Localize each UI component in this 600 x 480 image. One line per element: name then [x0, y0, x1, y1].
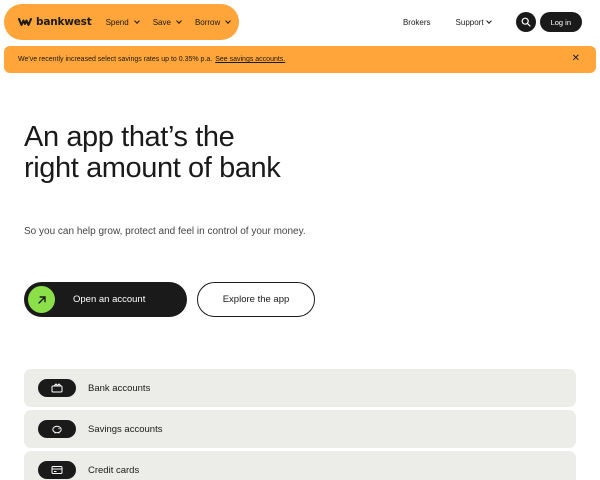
nav-item-label: Borrow [194, 17, 221, 27]
nav-item-borrow[interactable]: Borrow [194, 17, 232, 27]
main-nav: bankwest Spend Save Borrow [4, 4, 239, 40]
arrow-up-right-icon [28, 286, 55, 313]
piggy-bank-icon [38, 420, 76, 438]
credit-card-icon [38, 461, 76, 479]
chevron-down-icon [133, 18, 140, 24]
bankwest-logo[interactable]: bankwest [18, 16, 92, 28]
support-label: Support [455, 17, 484, 27]
chevron-down-icon [176, 18, 182, 24]
chevron-down-icon [485, 18, 492, 24]
page-title: An app that’s the right amount of bank [24, 121, 281, 184]
search-button[interactable] [515, 12, 536, 32]
search-icon [521, 17, 531, 27]
nav-item-label: Spend [105, 17, 129, 27]
product-row-savings-accounts[interactable]: Savings accounts [24, 410, 576, 448]
brokers-link[interactable]: Brokers [403, 18, 431, 27]
product-label: Savings accounts [88, 423, 163, 435]
open-account-label: Open an account [73, 294, 146, 305]
nav-item-save[interactable]: Save [152, 17, 182, 27]
product-row-credit-cards[interactable]: Credit cards [24, 451, 576, 480]
product-label: Credit cards [88, 464, 140, 476]
nav-item-spend[interactable]: Spend [105, 17, 140, 27]
nav-item-label: Save [152, 17, 171, 27]
explore-app-button[interactable]: Explore the app [197, 282, 315, 317]
product-label: Bank accounts [88, 382, 151, 394]
chevron-down-icon [225, 18, 232, 24]
login-button[interactable]: Log in [539, 12, 582, 32]
bankwest-logo-icon [18, 18, 32, 26]
support-menu[interactable]: Support [455, 17, 492, 27]
product-row-bank-accounts[interactable]: Bank accounts [24, 369, 576, 407]
see-savings-link[interactable]: See savings accounts. [215, 56, 285, 63]
wallet-icon [38, 379, 76, 397]
announcement-banner: We've recently increased select savings … [4, 46, 596, 73]
hero-subtitle: So you can help grow, protect and feel i… [24, 226, 306, 237]
brand-name: bankwest [36, 16, 92, 28]
close-icon[interactable]: ✕ [572, 53, 580, 65]
banner-text: We've recently increased select savings … [18, 56, 213, 63]
utility-nav: Brokers Support Log in [403, 10, 582, 34]
open-account-button[interactable]: Open an account [24, 282, 187, 317]
